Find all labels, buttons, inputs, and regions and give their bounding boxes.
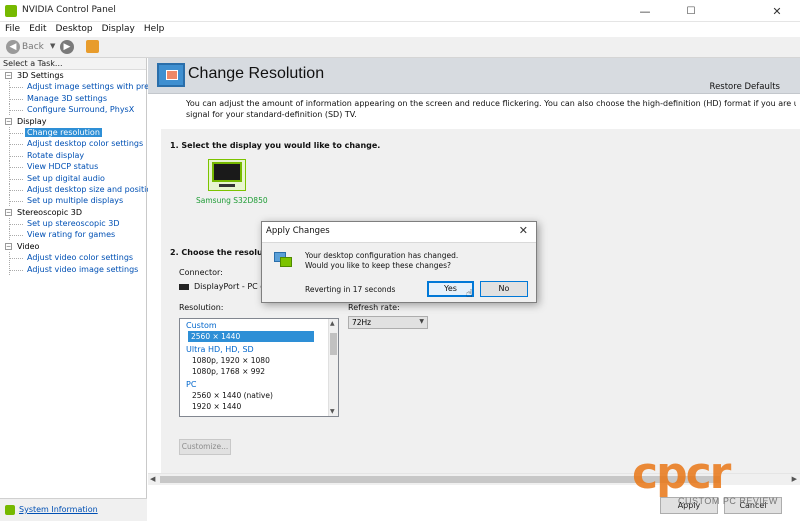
list-group-ultra-hd: Ultra HD, HD, SD [186,344,254,354]
close-button[interactable]: ✕ [754,0,800,22]
watermark: cpcr CUSTOM PC REVIEW [632,452,797,514]
menu-file[interactable]: File [0,22,24,37]
back-history-dropdown-icon[interactable]: ▼ [50,42,55,50]
menu-edit[interactable]: Edit [24,22,50,37]
maximize-button[interactable]: ☐ [668,0,714,22]
dialog-close-button[interactable]: ✕ [519,224,528,237]
refresh-rate-select[interactable]: 72Hz ▼ [348,316,428,329]
back-arrow-icon[interactable]: ◀ [6,40,20,54]
menu-help[interactable]: Help [139,22,169,37]
sidebar-item-video-image[interactable]: Adjust video image settings [0,263,146,276]
sidebar-item-view-hdcp-status[interactable]: View HDCP status [0,161,146,173]
watermark-tagline: CUSTOM PC REVIEW [678,496,778,506]
tree-category-stereoscopic-3d[interactable]: − Stereoscopic 3D [0,207,146,218]
list-item-1920x1440[interactable]: 1920 × 1440 [180,401,338,413]
dialog-title: Apply Changes [266,226,330,236]
step1-heading: 1. Select the display you would like to … [170,141,381,150]
dialog-body: Your desktop configuration has changed. … [262,242,536,302]
toolbar: ◀ Back ▼ ▶ [0,37,800,58]
change-resolution-icon [157,63,185,87]
system-information-bar: System Information [0,498,147,521]
page-header: Change Resolution Restore Defaults [148,58,800,94]
displayport-icon [179,284,189,290]
dialog-message-line1: Your desktop configuration has changed. [305,251,459,260]
system-info-icon [5,505,15,515]
connector-value: DisplayPort - PC di [194,282,268,291]
connector-label: Connector: [179,268,223,277]
sidebar-item-digital-audio[interactable]: Set up digital audio [0,172,146,184]
nvidia-app-icon [5,5,17,17]
dialog-message-line2: Would you like to keep these changes? [305,261,452,270]
forward-arrow-icon[interactable]: ▶ [60,40,74,54]
monitor-icon[interactable] [208,159,246,191]
page-description: You can adjust the amount of information… [186,99,796,119]
resolution-list[interactable]: Custom 2560 × 1440 Ultra HD, HD, SD 1080… [179,318,339,417]
task-sidebar: Select a Task... −3D Settings Adjust ima… [0,58,168,498]
sidebar-item-change-resolution[interactable]: Change resolution [0,126,146,139]
list-item-1080p-1768[interactable]: 1080p, 1768 × 992 [180,366,338,378]
system-information-link[interactable]: System Information [19,505,98,514]
resolution-label: Resolution: [179,303,224,312]
revert-countdown: Reverting in 17 seconds [305,285,396,294]
list-item-custom-2560x1440[interactable]: 2560 × 1440 [180,331,338,343]
collapse-icon[interactable]: − [5,72,12,79]
display-name-label[interactable]: Samsung S32D850 [196,196,268,205]
sidebar-header: Select a Task... [0,58,146,70]
window-title: NVIDIA Control Panel [22,5,116,15]
menu-display[interactable]: Display [97,22,139,37]
list-group-custom: Custom [186,321,217,330]
back-button-label[interactable]: Back [22,42,44,52]
list-item-2560-native[interactable]: 2560 × 1440 (native) [180,390,338,402]
sidebar-item-rotate-display[interactable]: Rotate display [0,149,146,162]
watermark-logo: cpcr [632,448,731,499]
collapse-icon[interactable]: − [5,242,12,250]
page-title: Change Resolution [188,65,325,82]
sidebar-item-rating-for-games[interactable]: View rating for games [0,229,146,241]
menu-bar: File Edit Desktop Display Help [0,22,800,37]
scroll-left-icon[interactable]: ◀ [150,475,155,483]
sidebar-item-setup-stereoscopic[interactable]: Set up stereoscopic 3D [0,218,146,230]
refresh-rate-label: Refresh rate: [348,303,400,312]
sidebar-item-video-color[interactable]: Adjust video color settings [0,252,146,264]
sidebar-item-adjust-image-settings[interactable]: Adjust image settings with preview [0,81,168,93]
scroll-thumb[interactable] [330,333,337,355]
scroll-up-icon[interactable]: ▲ [330,320,335,327]
tree-category-display[interactable]: − Display [0,116,146,127]
no-button[interactable]: No [480,281,528,297]
sidebar-item-manage-3d-settings[interactable]: Manage 3D settings [0,92,146,105]
restore-defaults-link[interactable]: Restore Defaults [710,82,780,92]
sidebar-item-configure-surround[interactable]: Configure Surround, PhysX [0,104,146,116]
sidebar-item-adjust-desktop-color[interactable]: Adjust desktop color settings [0,138,146,150]
tree-category-3d-settings[interactable]: −3D Settings [0,70,146,81]
customize-button[interactable]: Customize... [179,439,231,455]
list-group-pc: PC [186,379,197,389]
minimize-button[interactable]: — [622,0,668,22]
sidebar-item-multiple-displays[interactable]: Set up multiple displays [0,195,146,207]
sidebar-item-desktop-size-position[interactable]: Adjust desktop size and position [0,183,156,196]
list-item-1080p-1920[interactable]: 1080p, 1920 × 1080 [180,355,338,367]
tree-category-video[interactable]: − Video [0,241,146,252]
collapse-icon[interactable]: − [5,208,12,216]
collapse-icon[interactable]: − [5,117,12,125]
menu-desktop[interactable]: Desktop [51,22,97,37]
apply-changes-dialog: Apply Changes ✕ Your desktop configurati… [261,221,537,303]
scroll-down-icon[interactable]: ▼ [330,408,335,415]
resolution-list-scrollbar[interactable]: ▲ ▼ [328,319,338,416]
displays-icon [274,250,292,268]
title-bar: NVIDIA Control Panel — ☐ ✕ [0,0,800,22]
home-icon[interactable] [86,40,99,53]
chevron-down-icon: ▼ [419,318,424,325]
